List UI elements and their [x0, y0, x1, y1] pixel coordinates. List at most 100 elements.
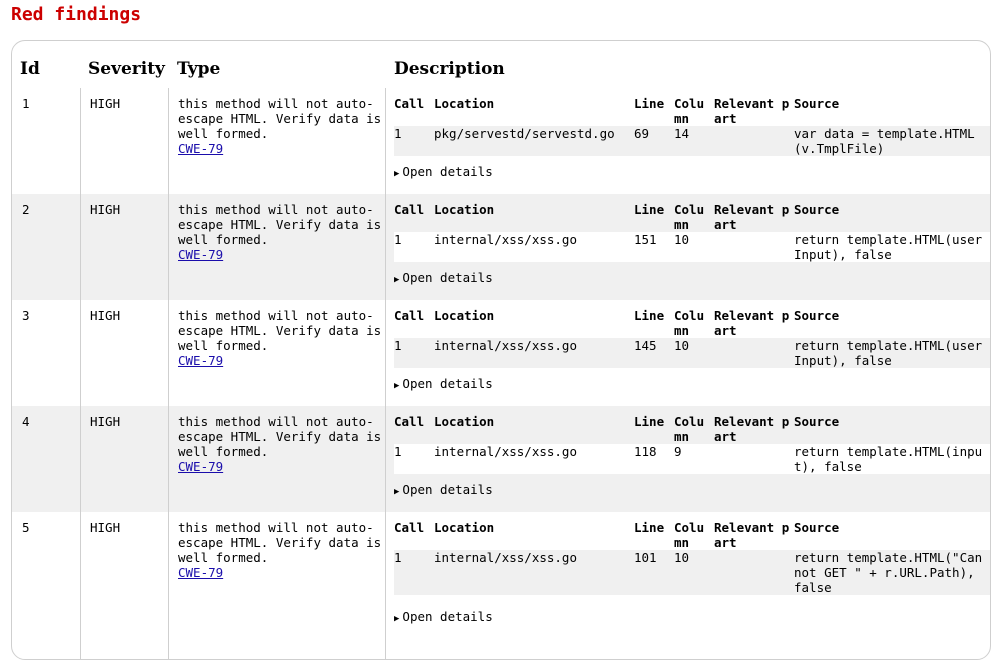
- table-header: Id Severity Type Description: [12, 41, 990, 88]
- inner-header-column: Colu mn: [674, 308, 705, 338]
- table-row: 5 HIGH this method will not auto-escape HT…: [12, 512, 990, 659]
- source-value: return template.HTML(userInput), false: [794, 338, 983, 368]
- cwe-link[interactable]: CWE-79: [178, 565, 383, 580]
- open-details-label: Open details: [402, 609, 493, 624]
- inner-header-relevant-part: Relevant p art: [714, 414, 790, 444]
- call-value: 1: [394, 338, 402, 353]
- table-row: 2 HIGH this method will not auto-escape HT…: [12, 194, 990, 300]
- line-value: 145: [634, 338, 657, 353]
- source-value: return template.HTML(input), false: [794, 444, 983, 474]
- inner-header-location: Location: [434, 202, 495, 217]
- inner-header-call: Call: [394, 414, 425, 429]
- location-value: internal/xss/xss.go: [434, 232, 577, 247]
- description-row: 1 internal/xss/xss.go 101 10 return template…: [394, 550, 990, 595]
- inner-header-line: Line: [634, 520, 665, 535]
- inner-header-column: Colu mn: [674, 520, 705, 550]
- finding-type: this method will not auto-escape HTML. V…: [178, 520, 383, 580]
- column-divider: [385, 300, 386, 406]
- column-value: 10: [674, 232, 690, 247]
- findings-table: Id Severity Type Description 1 HIGH this m…: [11, 40, 991, 660]
- call-value: 1: [394, 444, 402, 459]
- inner-header-relevant-part: Relevant p art: [714, 520, 790, 550]
- inner-header-source: Source: [794, 202, 840, 217]
- location-value: internal/xss/xss.go: [434, 444, 577, 459]
- column-divider: [385, 406, 386, 512]
- inner-header-source: Source: [794, 308, 840, 323]
- finding-severity: HIGH: [90, 414, 121, 429]
- triangle-right-icon: ▶: [394, 487, 400, 497]
- cwe-link[interactable]: CWE-79: [178, 247, 383, 262]
- finding-type-text: this method will not auto-escape HTML. V…: [178, 308, 382, 353]
- location-value: pkg/servestd/servestd.go: [434, 126, 615, 141]
- inner-header-call: Call: [394, 308, 425, 323]
- finding-type: this method will not auto-escape HTML. V…: [178, 96, 383, 156]
- inner-header-source: Source: [794, 96, 840, 111]
- column-divider: [168, 194, 169, 300]
- inner-header-source: Source: [794, 520, 840, 535]
- column-divider: [80, 194, 81, 300]
- open-details-toggle[interactable]: ▶ Open details: [394, 270, 493, 288]
- open-details-label: Open details: [402, 270, 493, 285]
- inner-header-column: Colu mn: [674, 414, 705, 444]
- location-value: internal/xss/xss.go: [434, 550, 577, 565]
- finding-severity: HIGH: [90, 308, 121, 323]
- table-row: 4 HIGH this method will not auto-escape HT…: [12, 406, 990, 512]
- inner-header-line: Line: [634, 308, 665, 323]
- header-type: Type: [177, 59, 221, 79]
- column-divider: [168, 406, 169, 512]
- column-divider: [168, 300, 169, 406]
- column-divider: [80, 300, 81, 406]
- finding-severity: HIGH: [90, 520, 121, 535]
- description-row: 1 pkg/servestd/servestd.go 69 14 var data = …: [394, 126, 990, 156]
- inner-header-call: Call: [394, 202, 425, 217]
- finding-type: this method will not auto-escape HTML. V…: [178, 308, 383, 368]
- inner-header-source: Source: [794, 414, 840, 429]
- line-value: 118: [634, 444, 657, 459]
- inner-header-relevant-part: Relevant p art: [714, 202, 790, 232]
- triangle-right-icon: ▶: [394, 275, 400, 285]
- line-value: 151: [634, 232, 657, 247]
- description-row: 1 internal/xss/xss.go 118 9 return template.…: [394, 444, 990, 474]
- open-details-label: Open details: [402, 482, 493, 497]
- finding-id: 2: [22, 202, 30, 217]
- cwe-link[interactable]: CWE-79: [178, 353, 383, 368]
- finding-id: 3: [22, 308, 30, 323]
- header-description: Description: [394, 59, 505, 79]
- finding-type: this method will not auto-escape HTML. V…: [178, 414, 383, 474]
- inner-header-line: Line: [634, 414, 665, 429]
- triangle-right-icon: ▶: [394, 381, 400, 391]
- triangle-right-icon: ▶: [394, 169, 400, 179]
- inner-header-location: Location: [434, 520, 495, 535]
- column-divider: [385, 194, 386, 300]
- inner-header-line: Line: [634, 96, 665, 111]
- source-value: return template.HTML("Cannot GET " + r.U…: [794, 550, 983, 595]
- call-value: 1: [394, 550, 402, 565]
- open-details-toggle[interactable]: ▶ Open details: [394, 164, 493, 182]
- location-value: internal/xss/xss.go: [434, 338, 577, 353]
- inner-header-relevant-part: Relevant p art: [714, 308, 790, 338]
- table-row: 1 HIGH this method will not auto-escape HT…: [12, 88, 990, 194]
- finding-id: 1: [22, 96, 30, 111]
- inner-header-column: Colu mn: [674, 96, 705, 126]
- finding-id: 4: [22, 414, 30, 429]
- cwe-link[interactable]: CWE-79: [178, 459, 383, 474]
- inner-header-column: Colu mn: [674, 202, 705, 232]
- page-title: Red findings: [11, 4, 142, 25]
- column-divider: [385, 88, 386, 194]
- column-divider: [385, 512, 386, 659]
- description-row: 1 internal/xss/xss.go 145 10 return template…: [394, 338, 990, 368]
- line-value: 101: [634, 550, 657, 565]
- call-value: 1: [394, 126, 402, 141]
- cwe-link[interactable]: CWE-79: [178, 141, 383, 156]
- column-divider: [168, 512, 169, 659]
- line-value: 69: [634, 126, 650, 141]
- open-details-toggle[interactable]: ▶ Open details: [394, 482, 493, 500]
- open-details-toggle[interactable]: ▶ Open details: [394, 376, 493, 394]
- description-row: 1 internal/xss/xss.go 151 10 return template…: [394, 232, 990, 262]
- finding-type: this method will not auto-escape HTML. V…: [178, 202, 383, 262]
- finding-severity: HIGH: [90, 202, 121, 217]
- column-value: 14: [674, 126, 690, 141]
- open-details-toggle[interactable]: ▶ Open details: [394, 609, 493, 627]
- finding-type-text: this method will not auto-escape HTML. V…: [178, 520, 382, 565]
- triangle-right-icon: ▶: [394, 614, 400, 624]
